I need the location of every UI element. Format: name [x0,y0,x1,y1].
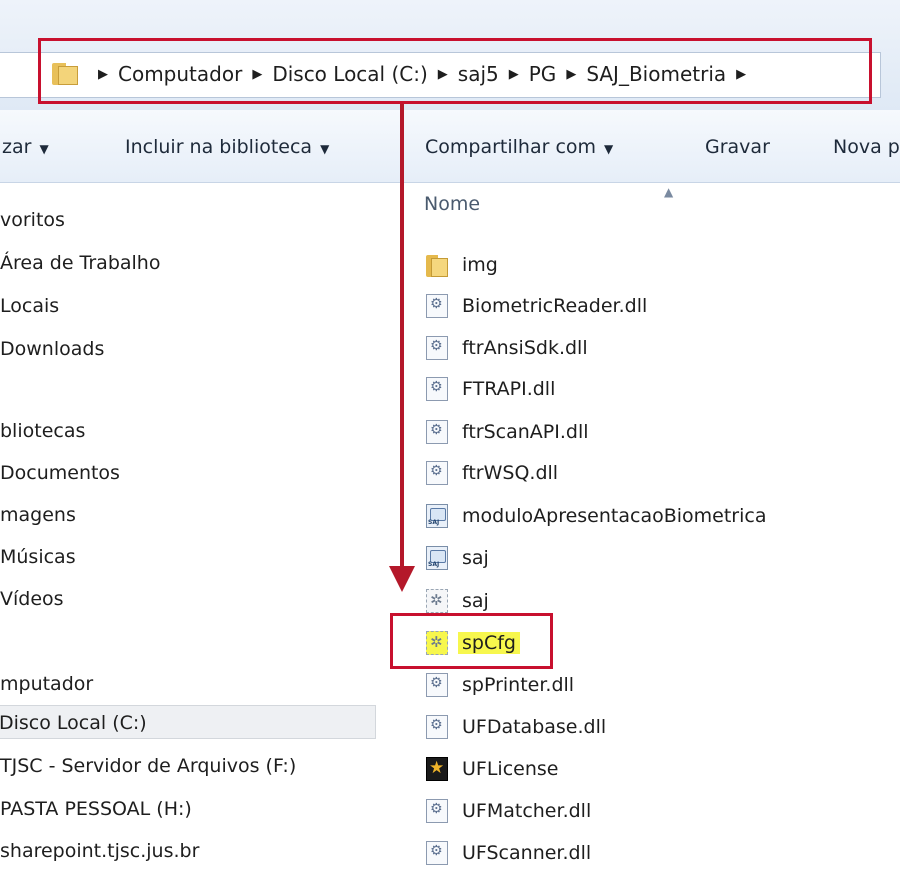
new-folder-button[interactable]: Nova p [833,136,900,158]
nav-item-tjsc-servidor[interactable]: TJSC - Servidor de Arquivos (F:) [0,749,378,783]
file-name: spPrinter.dll [462,674,575,696]
file-row-ufscanner[interactable]: UFScanner.dll [426,835,591,871]
nav-item-computador[interactable]: mputador [0,667,378,701]
file-name: saj [462,590,489,612]
dll-file-icon [426,841,448,865]
file-name: UFMatcher.dll [462,800,592,822]
nav-item-videos[interactable]: Vídeos [0,582,378,616]
organize-button[interactable]: zar ▼ [2,136,49,158]
file-name: UFLicense [462,758,559,780]
file-name: BiometricReader.dll [462,295,648,317]
dll-file-icon [426,420,448,444]
annotation-arrow-shaft [400,104,404,570]
address-bar-area: ) ▶ Computador ▶ Disco Local (C:) ▶ saj5… [0,0,900,110]
spcfg-annotation-box [390,613,553,669]
command-toolbar: zar ▼ Incluir na biblioteca ▼ Compartilhar… [0,110,900,183]
dll-file-icon [426,377,448,401]
nav-item-favoritos[interactable]: voritos [0,203,378,237]
file-row-ufmatcher[interactable]: UFMatcher.dll [426,793,591,829]
config-file-icon [426,589,448,613]
annotation-arrow-head [389,566,415,592]
file-row-img[interactable]: img [426,247,498,283]
share-with-label: Compartilhar com [425,136,597,158]
share-with-button[interactable]: Compartilhar com ▼ [425,136,613,158]
nav-item-musicas[interactable]: Músicas [0,540,378,574]
column-header-name[interactable]: Nome [424,193,480,215]
nav-item-downloads[interactable]: Downloads [0,332,378,366]
file-row-ftrscanapi[interactable]: ftrScanAPI.dll [426,414,589,450]
include-library-button[interactable]: Incluir na biblioteca ▼ [125,136,329,158]
dll-file-icon [426,294,448,318]
nav-item-pasta-pessoal[interactable]: PASTA PESSOAL (H:) [0,792,378,826]
file-row-ftrapi[interactable]: FTRAPI.dll [426,371,555,407]
file-row-saj-app[interactable]: saj [426,540,489,576]
include-library-label: Incluir na biblioteca [125,136,313,158]
nav-item-area-de-trabalho[interactable]: Área de Trabalho [0,246,378,280]
burn-button[interactable]: Gravar [705,136,770,158]
sort-ascending-icon: ▲ [664,185,674,199]
file-row-spprinter[interactable]: spPrinter.dll [426,667,574,703]
dll-file-icon [426,461,448,485]
file-name: saj [462,547,489,569]
saj-app-icon [426,504,448,528]
file-row-ufdatabase[interactable]: UFDatabase.dll [426,709,606,745]
file-name: ftrWSQ.dll [462,462,559,484]
file-row-biometricreader[interactable]: BiometricReader.dll [426,288,647,324]
file-name: FTRAPI.dll [462,378,556,400]
nav-item-sharepoint[interactable]: sharepoint.tjsc.jus.br [0,834,378,868]
dll-file-icon [426,673,448,697]
chevron-down-icon: ▼ [39,142,49,156]
file-name: UFDatabase.dll [462,716,607,738]
nav-item-imagens[interactable]: magens [0,498,378,532]
file-row-uflicense[interactable]: UFLicense [426,751,558,787]
file-row-ftransisdk[interactable]: ftrAnsiSdk.dll [426,330,588,366]
file-name: img [462,254,498,276]
file-name: UFScanner.dll [462,842,592,864]
folder-icon [426,253,448,277]
organize-label: zar [2,136,32,158]
address-annotation-box [38,38,872,104]
chevron-down-icon: ▼ [320,142,330,156]
dll-file-icon [426,799,448,823]
nav-item-locais[interactable]: Locais [0,289,378,323]
file-name: moduloApresentacaoBiometrica [462,505,767,527]
license-icon [426,757,448,781]
saj-app-icon [426,546,448,570]
nav-item-disco-local[interactable]: Disco Local (C:) [0,705,376,739]
nav-item-documentos[interactable]: Documentos [0,456,378,490]
file-list-pane: ▲ Nome img BiometricReader.dll ftrAnsiSd… [386,183,900,870]
dll-file-icon [426,715,448,739]
dll-file-icon [426,336,448,360]
file-row-ftrwsq[interactable]: ftrWSQ.dll [426,455,558,491]
navigation-pane: voritos Área de Trabalho Locais Download… [0,183,385,870]
file-name: ftrScanAPI.dll [462,421,589,443]
chevron-down-icon: ▼ [604,142,614,156]
file-row-moduloapresentacao[interactable]: moduloApresentacaoBiometrica [426,498,766,534]
file-name: ftrAnsiSdk.dll [462,337,588,359]
nav-item-bibliotecas[interactable]: bliotecas [0,414,378,448]
